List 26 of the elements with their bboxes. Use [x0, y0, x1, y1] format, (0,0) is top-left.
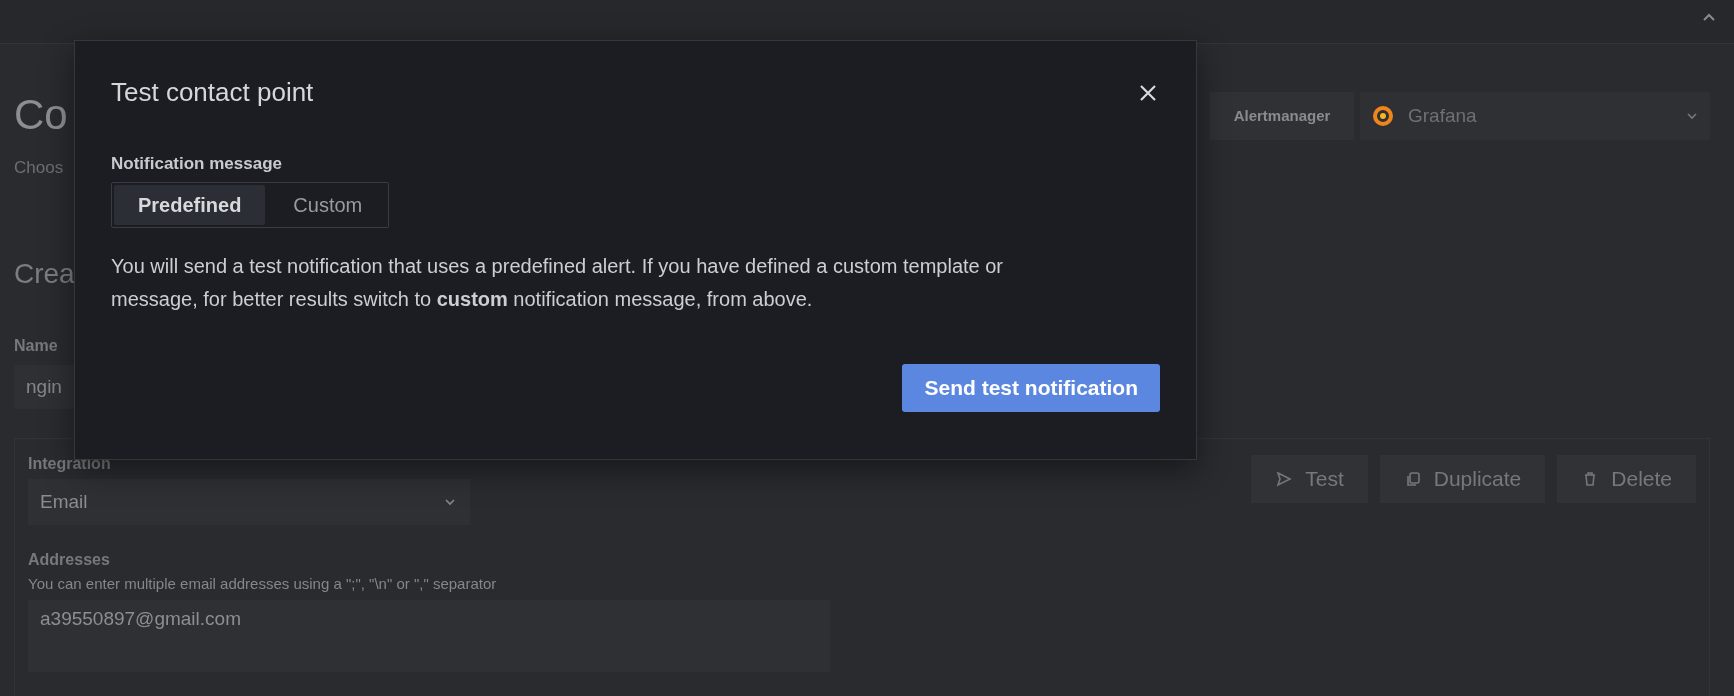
alertmanager-label: Alertmanager [1210, 92, 1354, 140]
integration-label: Integration [28, 455, 111, 473]
dialog-title: Test contact point [111, 77, 314, 108]
dialog-description: You will send a test notification that uses a predefined alert. If you have defined a custom template or message, for better results switch to custom notification message, from above. [111, 254, 1005, 312]
addresses-textarea[interactable]: a39550897@gmail.com [28, 600, 830, 672]
chevron-down-icon [444, 498, 456, 506]
name-label: Name [14, 337, 58, 355]
chevron-up-icon[interactable] [1702, 11, 1716, 22]
page-title: Co [14, 92, 68, 138]
section-title: Crea [14, 258, 75, 290]
addresses-label: Addresses [28, 551, 110, 569]
send-icon [1275, 470, 1294, 488]
action-button[interactable]: Delete [1557, 455, 1696, 503]
segment-option[interactable]: Custom [269, 185, 387, 225]
send-button[interactable]: Send test notification [902, 364, 1160, 412]
grafana-logo-icon [1372, 105, 1394, 127]
page-subtitle: Choos [14, 158, 64, 178]
chevron-down-icon [1686, 112, 1698, 120]
segment-option[interactable]: Predefined [114, 185, 266, 225]
integration-select[interactable]: Email [28, 479, 470, 525]
field-label: Notification message [111, 154, 283, 174]
close-icon[interactable] [1138, 82, 1158, 103]
action-button[interactable]: Duplicate [1379, 455, 1546, 503]
alertmanager-select[interactable]: Grafana [1360, 92, 1710, 140]
action-button[interactable]: Test [1251, 455, 1368, 503]
addresses-hint: You can enter multiple email addresses using a ";", "\n" or "," separator [28, 575, 498, 592]
